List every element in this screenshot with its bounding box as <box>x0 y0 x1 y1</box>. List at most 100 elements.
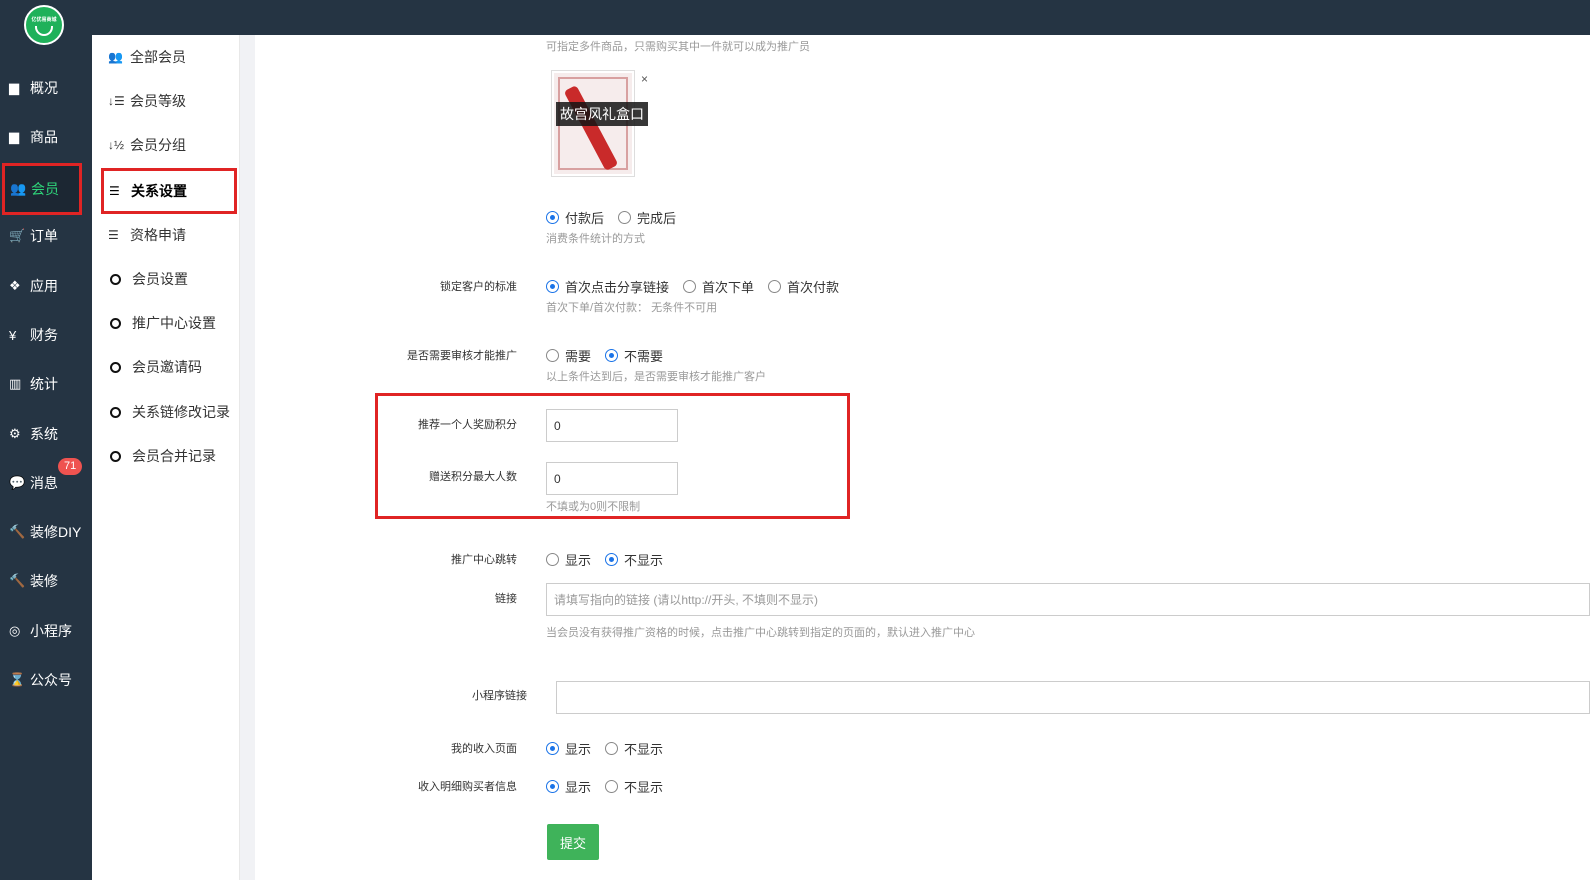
nav-item-system[interactable]: ⚙ 系统 <box>0 410 92 458</box>
nav-label: 公众号 <box>30 672 72 688</box>
subnav-label: 会员合并记录 <box>132 448 216 464</box>
circle-icon <box>110 317 121 329</box>
subnav-invite-code[interactable]: 会员邀请码 <box>108 352 238 382</box>
submit-button[interactable]: 提交 <box>547 824 599 860</box>
nav-item-members[interactable]: 👥 会员 <box>2 163 82 215</box>
nav-item-decorate[interactable]: 🔨 装修 <box>0 557 92 605</box>
radio-option[interactable]: 完成后 <box>618 208 676 227</box>
radio-checked-icon <box>546 742 559 755</box>
goods-caption: 故宫风礼盒口 <box>556 102 648 126</box>
radio-option[interactable]: 不显示 <box>605 777 663 796</box>
subnav-qualification-apply[interactable]: ☰ 资格申请 <box>108 220 238 250</box>
reward-points-input[interactable]: 0 <box>546 409 678 442</box>
nav-label: 商品 <box>30 129 58 145</box>
link-hint: 当会员没有获得推广资格的时候，点击推广中心跳转到指定的页面的，默认进入推广中心 <box>546 627 975 639</box>
logo-text: 亿优易商城 <box>31 17 57 23</box>
max-people-input[interactable]: 0 <box>546 462 678 495</box>
radio-option[interactable]: 首次下单 <box>683 277 754 296</box>
miniprogram-link-input[interactable] <box>556 681 1590 714</box>
wechat-icon: ◎ <box>9 623 21 638</box>
radio-unchecked-icon <box>546 553 559 566</box>
remove-goods-icon[interactable]: × <box>641 72 648 86</box>
subnav-member-groups[interactable]: ↓½ 会员分组 <box>108 130 238 160</box>
mini-link-label: 小程序链接 <box>472 690 527 702</box>
nav-label: 装修DIY <box>30 524 82 540</box>
buyer-info-radios: 显示 不显示 <box>546 777 677 796</box>
nav-item-goods[interactable]: ▆ 商品 <box>0 113 92 161</box>
nav-item-stats[interactable]: ▥ 统计 <box>0 360 92 408</box>
radio-checked-icon <box>605 553 619 566</box>
circle-icon <box>110 450 121 462</box>
circle-icon <box>110 361 121 373</box>
audit-radios: 需要 不需要 <box>546 346 677 365</box>
nav-label: 财务 <box>30 327 58 343</box>
nav-item-diy[interactable]: 🔨 装修DIY <box>0 508 92 556</box>
subnav-member-settings[interactable]: 会员设置 <box>108 264 238 294</box>
box-icon: ▆ <box>9 129 19 144</box>
users-icon: 👥 <box>108 50 123 64</box>
bar-chart-icon: ▥ <box>9 376 22 391</box>
nav-item-official-account[interactable]: ⌛ 公众号 <box>0 656 92 704</box>
radio-label: 首次点击分享链接 <box>565 280 670 295</box>
radio-checked-icon <box>605 349 619 362</box>
income-page-label: 我的收入页面 <box>451 743 517 755</box>
nav-item-miniprogram[interactable]: ◎ 小程序 <box>0 607 92 655</box>
radio-option[interactable]: 显示 <box>546 550 591 569</box>
sort-amount-icon: ↓☰ <box>108 94 125 108</box>
max-people-hint: 不填或为0则不限制 <box>546 501 641 513</box>
sliders-icon: ☰ <box>109 184 120 198</box>
radio-label: 显示 <box>565 742 592 757</box>
income-page-radios: 显示 不显示 <box>546 739 677 758</box>
nav-item-apps[interactable]: ❖ 应用 <box>0 262 92 310</box>
yen-icon: ¥ <box>9 327 17 343</box>
nav-label: 概况 <box>30 80 58 96</box>
nav-label: 应用 <box>30 278 58 294</box>
link-input[interactable]: 请填写指向的链接 (请以http://开头, 不填则不显示) <box>546 583 1590 616</box>
radio-option[interactable]: 不显示 <box>605 550 663 569</box>
radio-option[interactable]: 需要 <box>546 346 591 365</box>
radio-unchecked-icon <box>546 349 559 362</box>
radio-option[interactable]: 不需要 <box>605 346 663 365</box>
subnav-member-levels[interactable]: ↓☰ 会员等级 <box>108 86 238 116</box>
audit-label: 是否需要审核才能推广 <box>407 350 517 362</box>
radio-label: 不需要 <box>624 349 664 364</box>
buyer-info-label: 收入明细购买者信息 <box>418 781 517 793</box>
sort-numeric-icon: ↓½ <box>108 138 125 152</box>
radio-option[interactable]: 首次点击分享链接 <box>546 277 669 296</box>
radio-unchecked-icon <box>768 280 782 293</box>
users-icon: 👥 <box>10 181 27 196</box>
subnav-promo-center-settings[interactable]: 推广中心设置 <box>108 308 238 338</box>
hourglass-icon: ⌛ <box>9 672 26 687</box>
reward-label: 推荐一个人奖励积分 <box>418 419 517 431</box>
radio-label: 不显示 <box>624 780 664 795</box>
nav-item-orders[interactable]: 🛒 订单 <box>0 212 92 260</box>
archive-icon: ▆ <box>9 80 19 95</box>
nav-item-overview[interactable]: ▆ 概况 <box>0 64 92 112</box>
subnav-label: 全部会员 <box>130 49 186 65</box>
goods-thumbnail[interactable]: 故宫风礼盒口 <box>551 70 648 177</box>
radio-option[interactable]: 显示 <box>546 739 591 758</box>
radio-option[interactable]: 付款后 <box>546 208 604 227</box>
radio-option[interactable]: 显示 <box>546 777 591 796</box>
radio-option[interactable]: 首次付款 <box>768 277 839 296</box>
radio-label: 显示 <box>565 780 592 795</box>
radio-label: 不显示 <box>624 742 664 757</box>
subnav-label: 关系链修改记录 <box>132 404 230 420</box>
lock-label: 锁定客户的标准 <box>440 281 517 293</box>
radio-label: 首次付款 <box>787 280 840 295</box>
subnav-all-members[interactable]: 👥 全部会员 <box>108 42 238 72</box>
radio-label: 显示 <box>565 553 592 568</box>
subnav-relation-settings[interactable]: ☰ 关系设置 <box>101 168 237 214</box>
logo[interactable]: 亿优易商城 <box>24 5 64 45</box>
subnav-relation-change-log[interactable]: 关系链修改记录 <box>108 397 238 427</box>
radio-option[interactable]: 不显示 <box>605 739 663 758</box>
subnav-member-merge-log[interactable]: 会员合并记录 <box>108 441 238 471</box>
nav-item-finance[interactable]: ¥ 财务 <box>0 311 92 359</box>
radio-label: 付款后 <box>565 211 605 226</box>
circle-icon <box>110 273 121 285</box>
radio-label: 不显示 <box>624 553 664 568</box>
gavel-icon: 🔨 <box>9 524 26 539</box>
nav-label: 小程序 <box>30 623 72 639</box>
subnav-label: 关系设置 <box>131 183 187 199</box>
nav-label: 统计 <box>30 376 58 392</box>
